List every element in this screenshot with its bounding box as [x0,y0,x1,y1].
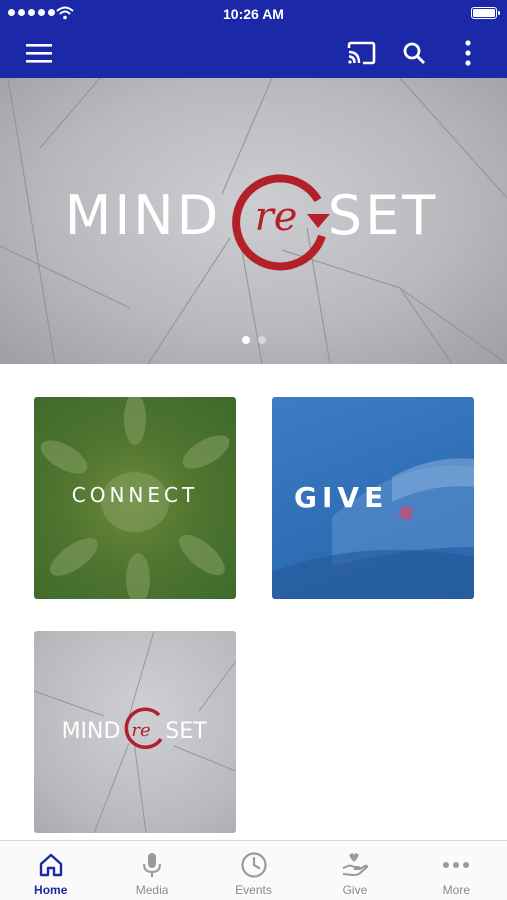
give-tile[interactable]: GIVE [272,397,474,599]
menu-button[interactable] [22,36,56,70]
nav-more-label: More [442,883,470,897]
nav-events-label: Events [235,883,272,897]
hero-carousel[interactable]: MIND re SET [0,78,507,364]
carousel-dot-1[interactable] [241,336,250,344]
connect-tile[interactable]: CONNECT [34,397,236,599]
home-icon [36,850,66,880]
overflow-menu-button[interactable] [451,36,485,70]
tile-logo-re-text: re [131,720,150,741]
tile-logo-set-text: SET [165,719,207,744]
mindreset-tile-image: MIND re SET [34,631,236,833]
nav-media[interactable]: Media [101,841,202,900]
carousel-dot-2[interactable] [257,336,266,344]
nav-give[interactable]: Give [304,841,405,900]
logo-re-text: re [255,194,298,240]
tile-logo-mind-text: MIND [62,719,121,744]
horizontal-dots-icon [441,850,471,880]
clock-icon [239,850,269,880]
hamburger-icon [26,44,52,63]
logo-set-text: SET [328,184,438,247]
bottom-navigation: Home Media Events Give More [0,840,507,900]
nav-home-label: Home [34,883,68,897]
microphone-icon [137,850,167,880]
cast-button[interactable] [344,36,378,70]
nav-events[interactable]: Events [203,841,304,900]
search-icon [403,42,426,65]
vertical-dots-icon [465,40,471,66]
mindreset-tile[interactable]: MIND re SET [34,631,236,833]
nav-media-label: Media [135,883,169,897]
connect-label: CONNECT [71,483,199,507]
app-bar [0,28,507,78]
logo-mind-text: MIND [65,184,222,247]
nav-home[interactable]: Home [0,841,101,900]
cast-icon [347,41,376,65]
status-bar: 10:26 AM [0,0,507,28]
give-label: GIVE [294,481,389,514]
battery-icon [471,7,500,19]
carousel-dots [0,336,507,344]
mindreset-logo: MIND re SET [65,174,438,271]
nav-more[interactable]: More [406,841,507,900]
nav-give-label: Give [342,883,368,897]
status-time: 10:26 AM [223,6,284,22]
search-button[interactable] [397,36,431,70]
heart-hand-icon [340,850,370,880]
